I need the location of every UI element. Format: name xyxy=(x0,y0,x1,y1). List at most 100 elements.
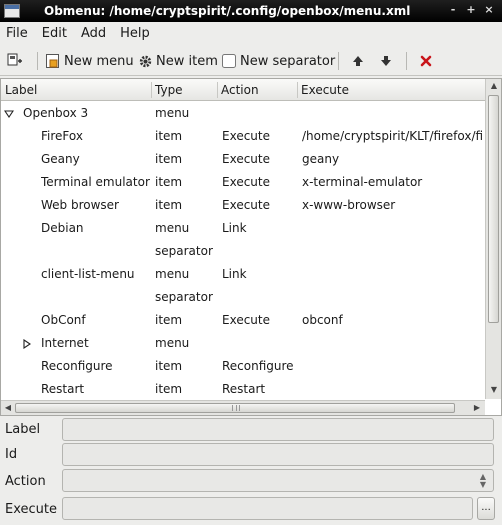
id-field-label: Id xyxy=(5,447,18,462)
row-type: menu xyxy=(155,267,190,281)
row-label: FireFox xyxy=(41,129,83,143)
column-label[interactable]: Label xyxy=(1,79,151,101)
id-input[interactable] xyxy=(62,443,494,466)
row-action: Link xyxy=(222,221,247,235)
row-type: separator xyxy=(155,244,213,258)
move-down-button[interactable] xyxy=(379,50,393,72)
row-label: Reconfigure xyxy=(41,359,113,373)
toolbar: New menu New item New separator xyxy=(0,46,502,76)
column-type[interactable]: Type xyxy=(151,79,217,101)
chevron-updown-icon: ▲ ▼ xyxy=(479,472,487,489)
new-menu-icon xyxy=(46,54,59,68)
save-button[interactable] xyxy=(6,50,24,72)
scroll-right-arrow[interactable]: ▶ xyxy=(470,401,484,415)
row-type: item xyxy=(155,382,183,396)
label-input[interactable] xyxy=(62,418,494,441)
delete-button[interactable] xyxy=(419,50,433,72)
row-type: item xyxy=(155,129,183,143)
vertical-scroll-thumb[interactable] xyxy=(488,95,499,323)
action-combo[interactable]: ▲ ▼ xyxy=(62,469,494,492)
scroll-up-arrow[interactable]: ▲ xyxy=(487,79,501,93)
row-label: ObConf xyxy=(41,313,86,327)
row-type: item xyxy=(155,313,183,327)
row-type: item xyxy=(155,198,183,212)
tree-header: Label Type Action Execute xyxy=(1,79,485,101)
tree-row[interactable]: Internet menu xyxy=(1,332,485,355)
row-action: Execute xyxy=(222,129,270,143)
new-item-label: New item xyxy=(156,53,218,69)
new-menu-label: New menu xyxy=(64,53,134,69)
row-action: Execute xyxy=(222,175,270,189)
tree-row[interactable]: separator xyxy=(1,286,485,309)
tree-row[interactable]: Geany item Execute geany xyxy=(1,148,485,171)
tree-row[interactable]: separator xyxy=(1,240,485,263)
new-menu-button[interactable]: New menu xyxy=(45,50,134,72)
tree-row[interactable]: Openbox 3 menu xyxy=(1,102,485,125)
tree-row[interactable]: Web browser item Execute x-www-browser xyxy=(1,194,485,217)
toolbar-separator xyxy=(37,52,38,70)
horizontal-scrollbar[interactable]: ◀ ▶ xyxy=(1,400,485,415)
row-label: Web browser xyxy=(41,198,119,212)
row-type: item xyxy=(155,359,183,373)
tree-row[interactable]: Reconfigure item Reconfigure xyxy=(1,355,485,378)
tree-row[interactable]: Debian menu Link xyxy=(1,217,485,240)
browse-button[interactable]: ... xyxy=(477,497,495,520)
row-action: Reconfigure xyxy=(222,359,294,373)
menu-tree[interactable]: Label Type Action Execute Openbox 3 menu F… xyxy=(0,78,502,416)
arrow-down-icon xyxy=(381,56,391,66)
menu-file[interactable]: File xyxy=(0,22,35,46)
blank-page-icon xyxy=(222,54,236,68)
column-action[interactable]: Action xyxy=(217,79,297,101)
row-type: menu xyxy=(155,221,190,235)
scroll-left-arrow[interactable]: ◀ xyxy=(1,401,15,415)
execute-field-label: Execute xyxy=(5,502,57,517)
execute-input[interactable] xyxy=(62,497,473,520)
tree-row[interactable]: ObConf item Execute obconf xyxy=(1,309,485,332)
gear-icon xyxy=(139,55,152,67)
expander-expanded-icon[interactable] xyxy=(4,109,14,119)
column-execute[interactable]: Execute xyxy=(297,79,485,101)
new-item-button[interactable]: New item xyxy=(138,50,218,72)
scroll-grip xyxy=(232,405,240,411)
tree-row[interactable]: FireFox item Execute/home/cryptspirit/KLT/… xyxy=(1,125,485,148)
row-action: Execute xyxy=(222,313,270,327)
row-type: item xyxy=(155,175,183,189)
action-field-label: Action xyxy=(5,474,46,489)
row-type: item xyxy=(155,152,183,166)
close-window-button[interactable]: × xyxy=(482,3,496,17)
tree-row[interactable]: client-list-menu menu Link xyxy=(1,263,485,286)
row-type: menu xyxy=(155,106,190,120)
horizontal-scroll-thumb[interactable] xyxy=(15,403,455,413)
row-label: Terminal emulator xyxy=(41,175,150,189)
save-icon xyxy=(7,53,22,66)
label-field-label: Label xyxy=(5,422,41,437)
title-bar: Obmenu: /home/cryptspirit/.config/openbo… xyxy=(0,0,502,22)
row-action: Execute xyxy=(222,152,270,166)
arrow-up-icon xyxy=(353,56,363,66)
tree-row[interactable]: Restart item Restart xyxy=(1,378,485,401)
row-label: Openbox 3 xyxy=(23,106,89,120)
menu-bar: File Edit Add Help xyxy=(0,22,502,46)
row-label: Internet xyxy=(41,336,89,350)
menu-edit[interactable]: Edit xyxy=(35,22,74,46)
menu-help[interactable]: Help xyxy=(113,22,157,46)
vertical-scrollbar[interactable]: ▲ ▼ xyxy=(485,79,501,399)
row-label: Geany xyxy=(41,152,80,166)
scroll-down-arrow[interactable]: ▼ xyxy=(487,383,501,397)
maximize-button[interactable]: + xyxy=(464,3,478,17)
row-type: menu xyxy=(155,336,190,350)
menu-add[interactable]: Add xyxy=(74,22,113,46)
row-action: Execute xyxy=(222,198,270,212)
row-execute: /home/cryptspirit/KLT/firefox/fi xyxy=(302,129,483,143)
row-execute: x-terminal-emulator xyxy=(302,175,423,189)
toolbar-separator xyxy=(338,52,339,70)
row-execute: x-www-browser xyxy=(302,198,396,212)
row-execute: geany xyxy=(302,152,340,166)
minimize-button[interactable]: - xyxy=(446,3,460,17)
window-icon[interactable] xyxy=(4,4,20,18)
expander-collapsed-icon[interactable] xyxy=(22,339,32,349)
row-action: Link xyxy=(222,267,247,281)
tree-row[interactable]: Terminal emulator item Execute x-terminal-e… xyxy=(1,171,485,194)
new-separator-button[interactable]: New separator xyxy=(221,50,335,72)
move-up-button[interactable] xyxy=(351,50,365,72)
